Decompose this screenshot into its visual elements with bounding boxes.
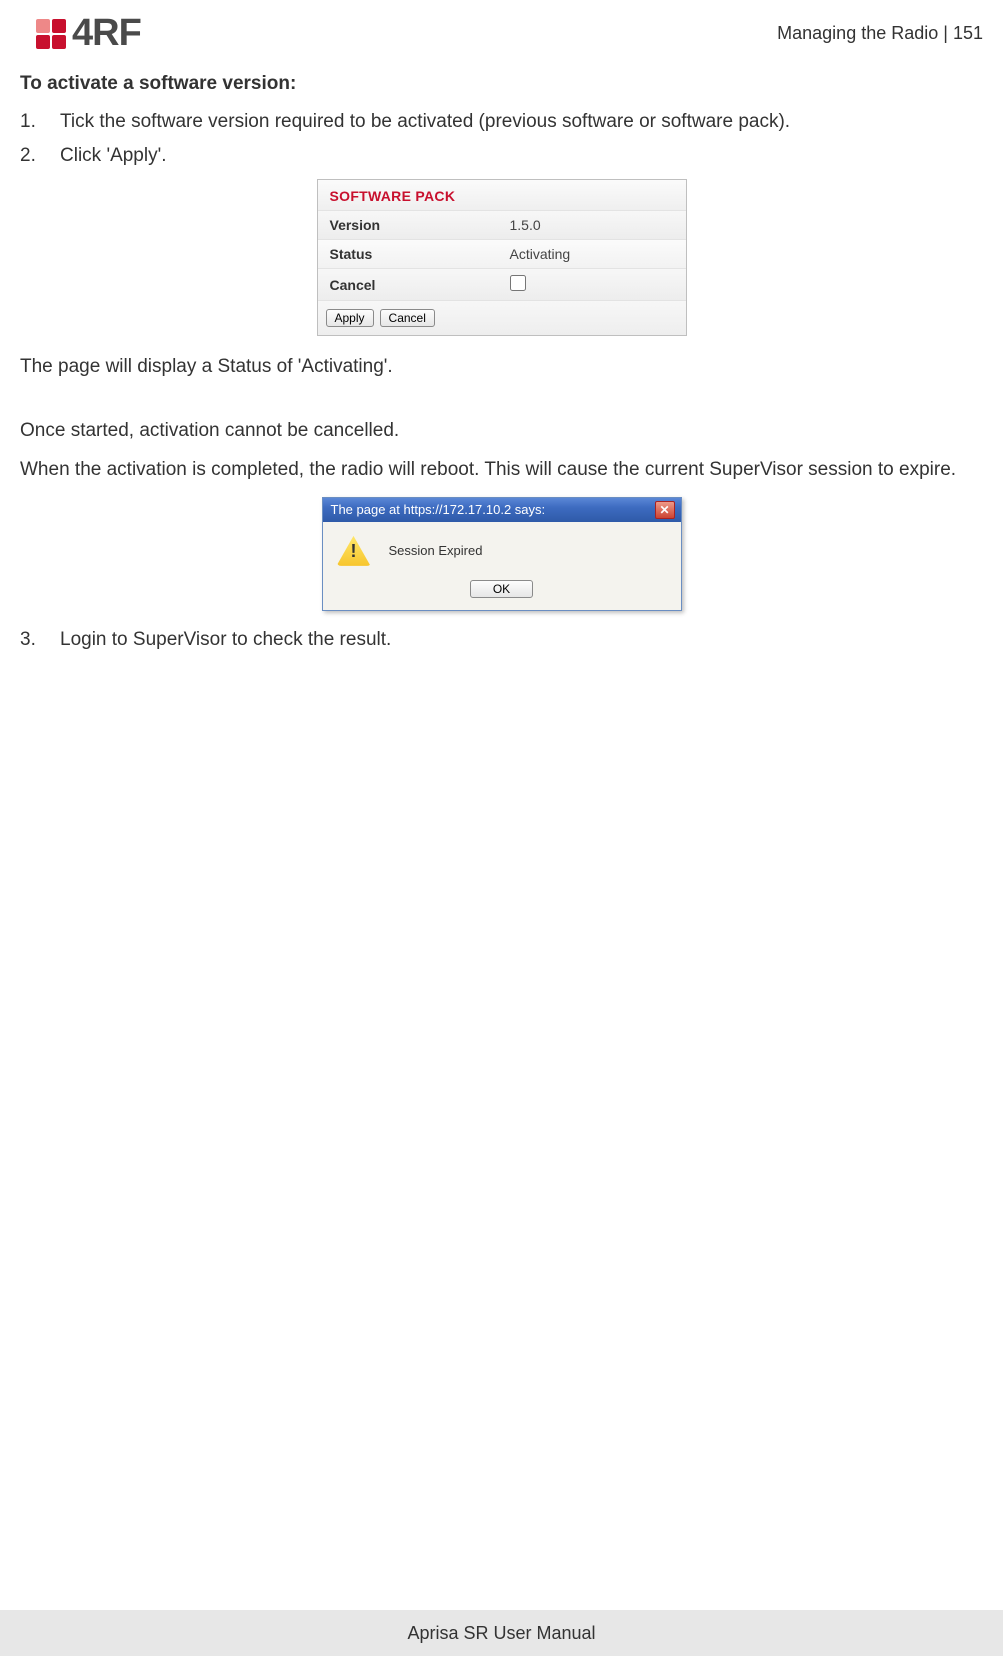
panel-value: 1.5.0 xyxy=(510,217,541,233)
ok-button[interactable]: OK xyxy=(470,580,533,598)
header-right: Managing the Radio | 151 xyxy=(777,23,983,44)
step-3: 3. Login to SuperVisor to check the resu… xyxy=(20,629,983,651)
panel-row-version: Version 1.5.0 xyxy=(318,210,686,239)
dialog-title-text: The page at https://172.17.10.2 says: xyxy=(331,502,546,517)
step-number: 3. xyxy=(20,629,60,651)
header-page-no: 151 xyxy=(953,23,983,43)
step-text: Tick the software version required to be… xyxy=(60,111,790,133)
dialog-titlebar: The page at https://172.17.10.2 says: ✕ xyxy=(323,498,681,522)
panel-title: SOFTWARE PACK xyxy=(318,180,686,210)
software-pack-panel: SOFTWARE PACK Version 1.5.0 Status Activ… xyxy=(317,179,687,336)
apply-button[interactable]: Apply xyxy=(326,309,374,327)
step-text: Click 'Apply'. xyxy=(60,145,167,167)
page-header: 4RF Managing the Radio | 151 xyxy=(0,0,1003,65)
logo-icon xyxy=(36,19,66,49)
close-icon[interactable]: ✕ xyxy=(655,501,675,519)
step-2: 2. Click 'Apply'. xyxy=(20,145,983,167)
panel-buttons: Apply Cancel xyxy=(318,300,686,335)
dialog-body: Session Expired xyxy=(323,522,681,576)
step-1: 1. Tick the software version required to… xyxy=(20,111,983,133)
step-number: 2. xyxy=(20,145,60,167)
cancel-button[interactable]: Cancel xyxy=(380,309,435,327)
page-footer: Aprisa SR User Manual xyxy=(0,1610,1003,1656)
cancel-paragraph: Once started, activation cannot be cance… xyxy=(20,418,983,444)
logo-text: 4RF xyxy=(72,12,141,55)
panel-value: Activating xyxy=(510,246,571,262)
header-section: Managing the Radio xyxy=(777,23,938,43)
content: To activate a software version: 1. Tick … xyxy=(0,65,1003,651)
panel-key: Cancel xyxy=(330,277,510,293)
footer-text: Aprisa SR User Manual xyxy=(407,1623,595,1644)
panel-key: Status xyxy=(330,246,510,262)
panel-value xyxy=(510,275,526,294)
session-dialog-wrap: The page at https://172.17.10.2 says: ✕ … xyxy=(20,497,983,611)
software-pack-panel-wrap: SOFTWARE PACK Version 1.5.0 Status Activ… xyxy=(20,179,983,336)
logo: 4RF xyxy=(36,12,141,55)
steps-list: 1. Tick the software version required to… xyxy=(20,111,983,167)
status-paragraph: The page will display a Status of 'Activ… xyxy=(20,354,983,380)
section-title: To activate a software version: xyxy=(20,73,983,95)
dialog-message: Session Expired xyxy=(389,543,483,558)
cancel-checkbox[interactable] xyxy=(510,275,526,291)
header-sep: | xyxy=(938,23,953,43)
reboot-paragraph: When the activation is completed, the ra… xyxy=(20,457,983,483)
step-number: 1. xyxy=(20,111,60,133)
panel-row-cancel: Cancel xyxy=(318,268,686,300)
panel-key: Version xyxy=(330,217,510,233)
steps-list-continued: 3. Login to SuperVisor to check the resu… xyxy=(20,629,983,651)
dialog-buttons: OK xyxy=(323,576,681,610)
step-text: Login to SuperVisor to check the result. xyxy=(60,629,391,651)
panel-row-status: Status Activating xyxy=(318,239,686,268)
warning-icon xyxy=(337,536,371,566)
session-expired-dialog: The page at https://172.17.10.2 says: ✕ … xyxy=(322,497,682,611)
